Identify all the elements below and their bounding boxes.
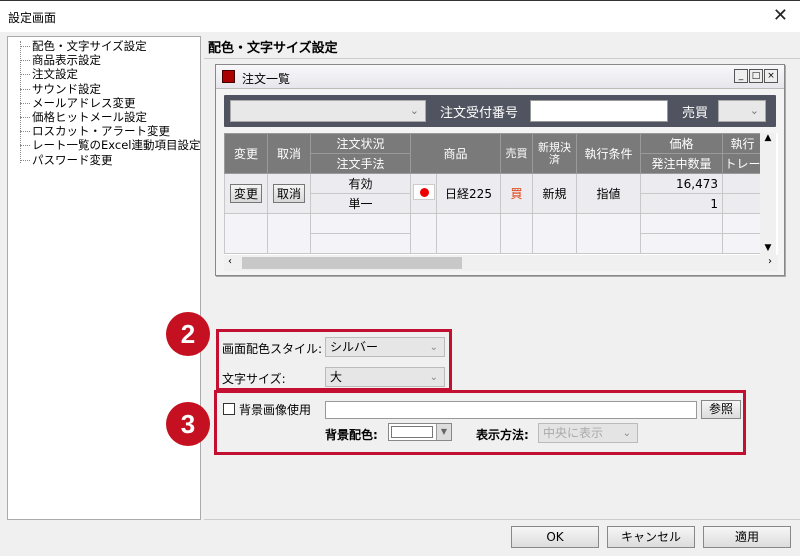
order-grid: 変更 取消 注文状況 商品 売買 新規決済 執行条件 価格 執行 注文手法 発注… <box>224 133 778 255</box>
method-cell: 単一 <box>310 193 411 214</box>
apply-button[interactable]: 適用 <box>703 526 791 548</box>
bg-color-picker[interactable]: ▼ <box>388 423 452 441</box>
col-exec: 執行 <box>722 133 763 154</box>
dropdown-arrow-icon: ▼ <box>436 424 451 440</box>
newclose-cell: 新規 <box>532 173 577 214</box>
price-cell: 16,473 <box>640 173 723 194</box>
japan-flag-icon <box>412 184 435 200</box>
vertical-scrollbar: ▲ ▼ <box>760 133 776 255</box>
browse-button[interactable]: 参照 <box>701 400 741 419</box>
style-select[interactable]: シルバー ⌄ <box>325 337 445 357</box>
app-logo-icon <box>222 70 235 83</box>
col-qty: 発注中数量 <box>640 153 723 174</box>
tree-item-order[interactable]: 注文設定 <box>8 67 200 81</box>
horizontal-scrollbar: ‹ › <box>224 255 778 271</box>
tree-item-password[interactable]: パスワード変更 <box>8 153 200 167</box>
chevron-down-icon: ⌄ <box>429 372 438 383</box>
col-newclose: 新規決済 <box>532 133 577 174</box>
highlight-box-3 <box>214 390 746 455</box>
cancel-order-button: 取消 <box>272 184 305 203</box>
col-method: 注文手法 <box>310 153 411 174</box>
col-condition: 執行条件 <box>576 133 641 174</box>
tree-item-sound[interactable]: サウンド設定 <box>8 82 200 96</box>
ok-button[interactable]: OK <box>511 526 599 548</box>
footer-divider <box>204 519 800 520</box>
settings-tree: 配色・文字サイズ設定 商品表示設定 注文設定 サウンド設定 メールアドレス変更 … <box>7 36 201 520</box>
cancel-button[interactable]: キャンセル <box>607 526 695 548</box>
filter-select: ⌄ <box>230 100 426 122</box>
display-method-label: 表示方法: <box>476 428 529 442</box>
col-product: 商品 <box>410 133 501 174</box>
tree-item-losscut-alert[interactable]: ロスカット・アラート変更 <box>8 124 200 138</box>
preview-header: 注文一覧 _ □ × <box>216 65 784 89</box>
scroll-left-icon: ‹ <box>228 256 232 267</box>
order-list-preview: 注文一覧 _ □ × ⌄ 注文受付番号 売買 ⌄ 変更 取消 注文状況 商品 売… <box>215 64 785 276</box>
qty-cell: 1 <box>640 193 723 214</box>
close-icon[interactable]: ✕ <box>773 5 788 26</box>
chevron-down-icon: ⌄ <box>622 428 631 439</box>
tree-item-color-font[interactable]: 配色・文字サイズ設定 <box>8 39 200 53</box>
col-status: 注文状況 <box>310 133 411 154</box>
bg-image-path-input[interactable] <box>325 401 697 419</box>
bg-image-label: 背景画像使用 <box>239 403 312 417</box>
product-cell: 日経225 <box>436 173 501 214</box>
col-cancel: 取消 <box>267 133 311 174</box>
buysell-select: ⌄ <box>718 100 766 122</box>
order-no-input <box>530 100 668 122</box>
table-row: 変更 取消 有効 日経225 買 新規 指値 16,473 <box>224 173 763 214</box>
chevron-down-icon: ⌄ <box>429 342 438 353</box>
section-title: 配色・文字サイズ設定 <box>208 41 338 56</box>
style-label: 画面配色スタイル: <box>222 342 323 356</box>
bg-color-label: 背景配色: <box>325 428 378 442</box>
scroll-right-icon: › <box>768 256 772 267</box>
maximize-icon: □ <box>749 69 763 83</box>
color-swatch <box>391 426 433 438</box>
window-title: 設定画面 <box>8 11 57 25</box>
size-label: 文字サイズ: <box>222 372 286 386</box>
col-price: 価格 <box>640 133 723 154</box>
chevron-down-icon: ⌄ <box>749 104 759 117</box>
chevron-down-icon: ⌄ <box>409 104 419 117</box>
title-bar: 設定画面 ✕ <box>0 0 800 32</box>
step-badge-3: 3 <box>166 402 210 446</box>
style-value: シルバー <box>330 340 379 354</box>
minimize-icon: _ <box>734 69 748 83</box>
buysell-cell: 買 <box>500 173 533 214</box>
change-button: 変更 <box>229 184 262 203</box>
scroll-down-icon: ▼ <box>764 243 772 253</box>
filter-bar: ⌄ 注文受付番号 売買 ⌄ <box>224 95 776 127</box>
size-value: 大 <box>330 370 343 384</box>
order-no-label: 注文受付番号 <box>440 106 519 121</box>
tree-item-email[interactable]: メールアドレス変更 <box>8 96 200 110</box>
tree-item-price-hit-mail[interactable]: 価格ヒットメール設定 <box>8 110 200 124</box>
col-trail: トレー <box>722 153 763 174</box>
display-method-select: 中央に表示 ⌄ <box>538 423 638 443</box>
condition-cell: 指値 <box>576 173 641 214</box>
scroll-up-icon: ▲ <box>764 133 772 143</box>
close-icon: × <box>764 69 778 83</box>
scroll-thumb <box>242 257 462 269</box>
tree-item-excel-link[interactable]: レート一覧のExcel連動項目設定 <box>8 138 200 152</box>
display-method-value: 中央に表示 <box>543 426 604 440</box>
step-badge-2: 2 <box>166 312 210 356</box>
bg-image-checkbox[interactable] <box>223 403 235 415</box>
tree-item-product-display[interactable]: 商品表示設定 <box>8 53 200 67</box>
col-buysell: 売買 <box>500 133 533 174</box>
buysell-label: 売買 <box>682 106 709 121</box>
col-change: 変更 <box>224 133 268 174</box>
size-select[interactable]: 大 ⌄ <box>325 367 445 387</box>
status-cell: 有効 <box>310 173 411 194</box>
preview-title: 注文一覧 <box>242 72 291 86</box>
